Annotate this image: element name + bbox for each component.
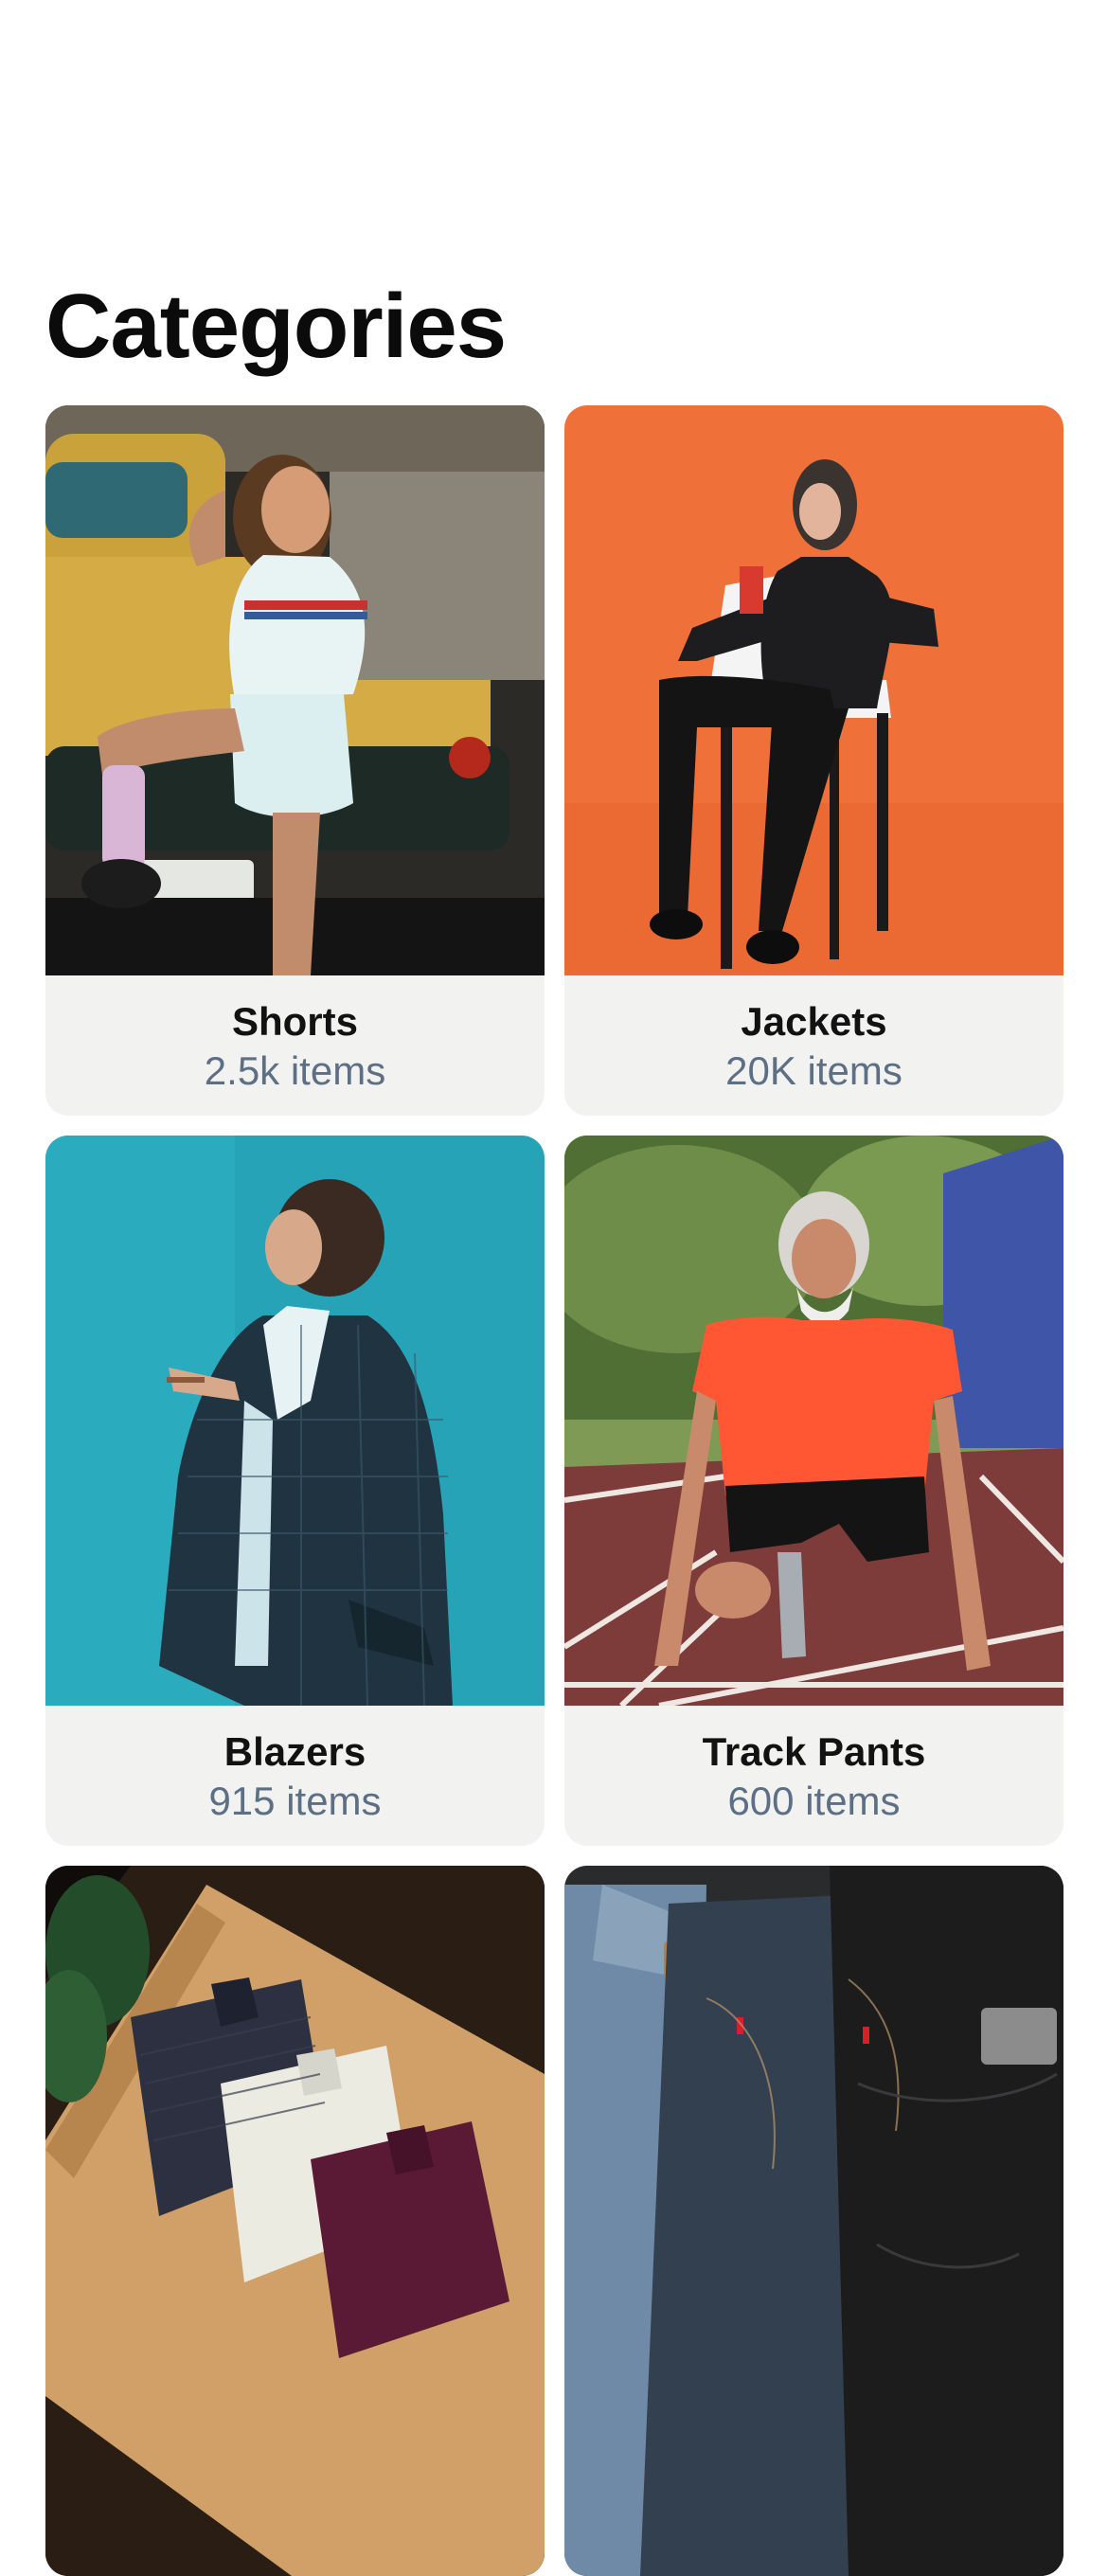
- category-card-shirts[interactable]: [45, 1866, 545, 2576]
- category-caption: Track Pants 600 items: [564, 1706, 1063, 1846]
- category-image-shorts: [45, 405, 545, 975]
- category-image-blazers: [45, 1136, 545, 1706]
- category-card-track-pants[interactable]: Track Pants 600 items: [564, 1136, 1063, 1846]
- category-card-jeans[interactable]: [564, 1866, 1063, 2576]
- category-name: Shorts: [231, 999, 358, 1044]
- page-title: Categories: [45, 276, 507, 377]
- category-caption: Blazers 915 items: [45, 1706, 545, 1846]
- category-grid: Shorts 2.5k items Jackets 20K items Blaz…: [45, 405, 1063, 2576]
- category-card-jackets[interactable]: Jackets 20K items: [564, 405, 1063, 1116]
- category-image-track-pants: [564, 1136, 1063, 1706]
- category-name: Blazers: [223, 1729, 366, 1774]
- category-count: 20K items: [725, 1048, 902, 1093]
- category-image-jeans: [564, 1866, 1063, 2576]
- category-caption: Jackets 20K items: [564, 975, 1063, 1116]
- category-name: Track Pants: [702, 1729, 926, 1774]
- category-card-blazers[interactable]: Blazers 915 items: [45, 1136, 545, 1846]
- category-caption: Shorts 2.5k items: [45, 975, 545, 1116]
- category-image-jackets: [564, 405, 1063, 975]
- category-name: Jackets: [741, 999, 887, 1044]
- category-card-shorts[interactable]: Shorts 2.5k items: [45, 405, 545, 1116]
- category-image-shirts: [45, 1866, 545, 2576]
- category-count: 600 items: [727, 1779, 901, 1823]
- category-count: 2.5k items: [204, 1048, 386, 1093]
- category-count: 915 items: [208, 1779, 382, 1823]
